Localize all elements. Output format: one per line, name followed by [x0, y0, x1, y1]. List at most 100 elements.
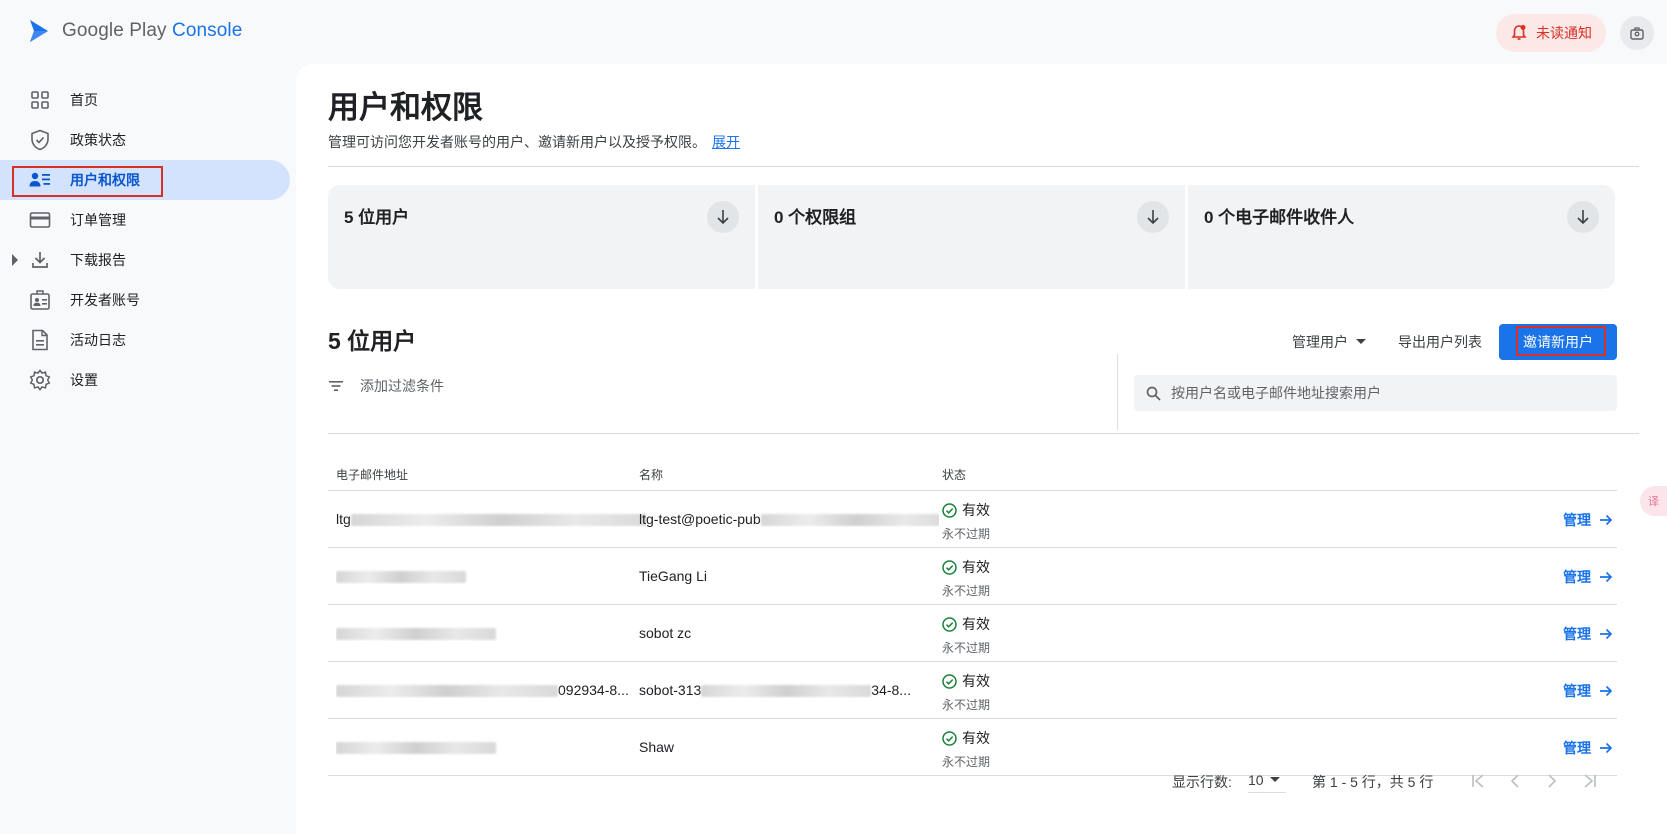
table-row[interactable]: ltg ltg-test@poetic-pub 有效 永不过期 管理 [328, 491, 1617, 548]
account-button[interactable] [1620, 16, 1654, 50]
user-status: 有效 永不过期 [942, 671, 990, 713]
table-row[interactable]: TieGang Li 有效 永不过期 管理 [328, 548, 1617, 605]
user-status: 有效 永不过期 [942, 728, 990, 770]
google-play-console-logo[interactable]: Google Play Console [28, 18, 242, 44]
expand-link[interactable]: 展开 [712, 134, 740, 150]
pagination: 显示行数: 10 第 1 - 5 行，共 5 行 [296, 772, 1617, 796]
table-row[interactable]: 092934-8... sobot-313 34-8... 有效 永不过期 管理 [328, 662, 1617, 719]
user-name: sobot zc [639, 625, 692, 641]
redacted-text [336, 685, 558, 698]
arrow-down-icon [1147, 210, 1159, 225]
table-row[interactable]: sobot zc 有效 永不过期 管理 [328, 605, 1617, 662]
check-circle-icon [942, 673, 957, 689]
summary-card-users[interactable]: 5 位用户 [328, 185, 755, 289]
scroll-to-users-button[interactable] [707, 201, 739, 233]
sidebar-item-settings[interactable]: 设置 [0, 360, 290, 400]
column-header-status[interactable]: 状态 [942, 466, 966, 483]
sidebar-item-label: 活动日志 [70, 332, 126, 348]
check-circle-icon [942, 502, 957, 518]
column-header-name[interactable]: 名称 [639, 466, 663, 483]
last-page-icon [1584, 774, 1596, 788]
arrow-down-icon [717, 210, 729, 225]
manage-user-link[interactable]: 管理 [1563, 738, 1613, 758]
scroll-to-groups-button[interactable] [1137, 201, 1169, 233]
first-page-button[interactable] [1468, 770, 1490, 792]
summary-cards: 5 位用户 0 个权限组 0 个电子邮件收件人 [328, 185, 1615, 289]
check-circle-icon [942, 616, 957, 632]
sidebar-item-label: 政策状态 [70, 132, 126, 148]
sidebar-item-label: 下载报告 [70, 252, 126, 268]
logo-text: Google Play Console [62, 20, 243, 41]
users-table-header: 电子邮件地址 名称 状态 [328, 462, 1617, 488]
export-users-button[interactable]: 导出用户列表 [1398, 332, 1482, 352]
status-label: 有效 [962, 673, 990, 689]
scroll-to-recipients-button[interactable] [1567, 201, 1599, 233]
invite-new-user-button[interactable]: 邀请新用户 [1499, 324, 1617, 360]
arrow-right-icon [1600, 571, 1613, 583]
bell-alert-icon [1511, 25, 1527, 40]
add-filter-label: 添加过滤条件 [360, 378, 444, 394]
manage-user-link[interactable]: 管理 [1563, 681, 1613, 701]
user-search-box[interactable] [1134, 375, 1617, 411]
user-email [336, 568, 646, 584]
column-header-email[interactable]: 电子邮件地址 [336, 466, 408, 483]
caret-down-icon [1356, 339, 1366, 344]
manage-users-label: 管理用户 [1292, 334, 1348, 350]
account-icon [1630, 27, 1644, 40]
page-description-text: 管理可访问您开发者账号的用户、邀请新用户以及授予权限。 [328, 134, 706, 150]
rows-per-page-value: 10 [1248, 772, 1264, 788]
expand-caret-icon[interactable] [12, 254, 18, 266]
previous-page-button[interactable] [1504, 770, 1526, 792]
user-name: sobot-313 34-8... [639, 682, 911, 698]
user-email [336, 739, 646, 755]
redacted-text [336, 628, 496, 641]
user-status: 有效 永不过期 [942, 614, 990, 656]
sidebar-item-activity-log[interactable]: 活动日志 [0, 320, 290, 360]
sidebar-item-download-reports[interactable]: 下载报告 [0, 240, 290, 280]
unread-notifications-button[interactable]: 未读通知 [1496, 14, 1606, 52]
next-page-button[interactable] [1541, 770, 1563, 792]
status-label: 有效 [962, 730, 990, 746]
top-bar: Google Play Console 未读通知 [0, 0, 1667, 64]
user-list-icon [28, 168, 52, 192]
download-icon [28, 248, 52, 272]
sidebar-item-order-management[interactable]: 订单管理 [0, 200, 290, 240]
last-page-button[interactable] [1578, 770, 1600, 792]
manage-user-link[interactable]: 管理 [1563, 510, 1613, 530]
arrow-right-icon [1600, 685, 1613, 697]
unread-notifications-label: 未读通知 [1536, 25, 1592, 41]
search-icon [1146, 386, 1161, 401]
manage-users-dropdown[interactable]: 管理用户 [1292, 332, 1366, 352]
sidebar-item-developer-account[interactable]: 开发者账号 [0, 280, 290, 320]
arrow-right-icon [1600, 514, 1613, 526]
arrow-right-icon [1600, 742, 1613, 754]
page-description: 管理可访问您开发者账号的用户、邀请新用户以及授予权限。 展开 [328, 132, 740, 152]
user-status: 有效 永不过期 [942, 500, 990, 542]
check-circle-icon [942, 559, 957, 575]
summary-card-email-recipients[interactable]: 0 个电子邮件收件人 [1188, 185, 1615, 289]
sidebar-item-users-permissions[interactable]: 用户和权限 [0, 160, 290, 200]
translate-extension-icon[interactable]: 译 [1640, 486, 1667, 516]
summary-card-permission-groups[interactable]: 0 个权限组 [758, 185, 1185, 289]
caret-down-icon [1269, 777, 1280, 782]
manage-user-link[interactable]: 管理 [1563, 567, 1613, 587]
check-circle-icon [942, 730, 957, 746]
add-filter-button[interactable]: 添加过滤条件 [328, 376, 444, 396]
main-content: 用户和权限 管理可访问您开发者账号的用户、邀请新用户以及授予权限。 展开 5 位用… [296, 64, 1667, 834]
sidebar-item-home[interactable]: 首页 [0, 80, 290, 120]
user-search-input[interactable] [1171, 385, 1611, 401]
sidebar-nav: 首页 政策状态 用户和权限 订单管理 下载报告 开发者账号 活动日志 设置 [0, 80, 296, 400]
rows-per-page-select[interactable]: 10 [1248, 772, 1286, 793]
user-name: TieGang Li [639, 568, 707, 584]
divider [328, 433, 1639, 434]
first-page-icon [1472, 774, 1484, 788]
user-email: ltg [336, 511, 646, 527]
table-row[interactable]: Shaw 有效 永不过期 管理 [328, 719, 1617, 776]
manage-user-link[interactable]: 管理 [1563, 624, 1613, 644]
shield-check-icon [28, 128, 52, 152]
arrow-right-icon [1600, 628, 1613, 640]
redacted-text [336, 742, 496, 755]
redacted-text [350, 514, 646, 527]
sidebar-item-policy-status[interactable]: 政策状态 [0, 120, 290, 160]
credit-card-icon [28, 208, 52, 232]
